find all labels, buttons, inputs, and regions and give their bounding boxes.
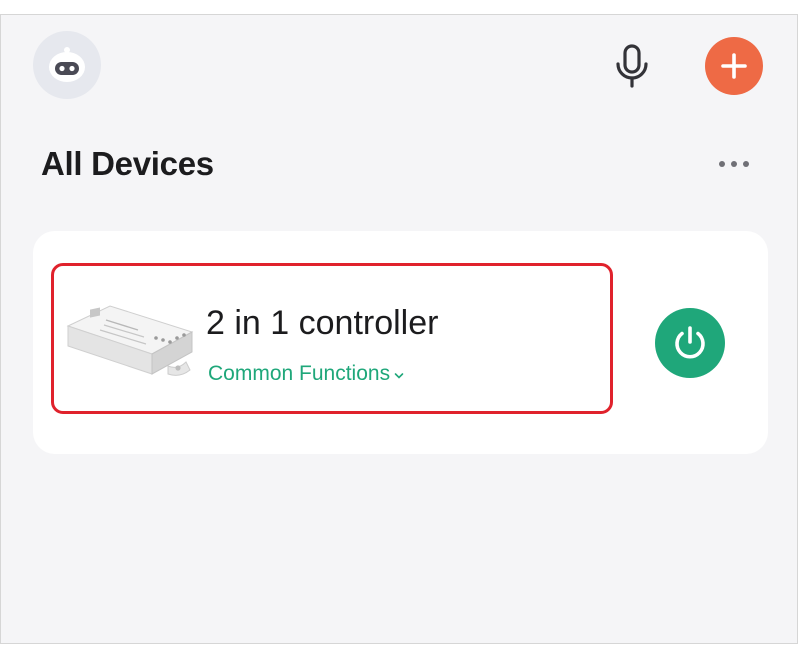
- more-dot: [719, 161, 725, 167]
- device-card: 2 in 1 controller Common Functions: [33, 231, 768, 454]
- common-functions-label: Common Functions: [208, 362, 391, 385]
- power-icon: [675, 326, 705, 359]
- microphone-icon[interactable]: [605, 39, 659, 93]
- robot-avatar-icon[interactable]: [33, 31, 101, 99]
- more-dot: [731, 161, 737, 167]
- plus-icon: [721, 53, 747, 79]
- chevron-down-icon: [394, 362, 404, 386]
- controller-device-image: [66, 305, 194, 376]
- device-item-2-in-1-controller[interactable]: 2 in 1 controller Common Functions: [51, 263, 613, 414]
- more-dots-icon[interactable]: [707, 151, 761, 177]
- device-name: 2 in 1 controller: [206, 304, 439, 342]
- common-functions-toggle[interactable]: Common Functions: [208, 362, 404, 386]
- home-screen: All Devices 2 in 1 controller Common Fun…: [0, 14, 798, 644]
- add-device-button[interactable]: [705, 37, 763, 95]
- power-toggle-button[interactable]: [655, 308, 725, 378]
- more-dot: [743, 161, 749, 167]
- page-title: All Devices: [41, 145, 214, 182]
